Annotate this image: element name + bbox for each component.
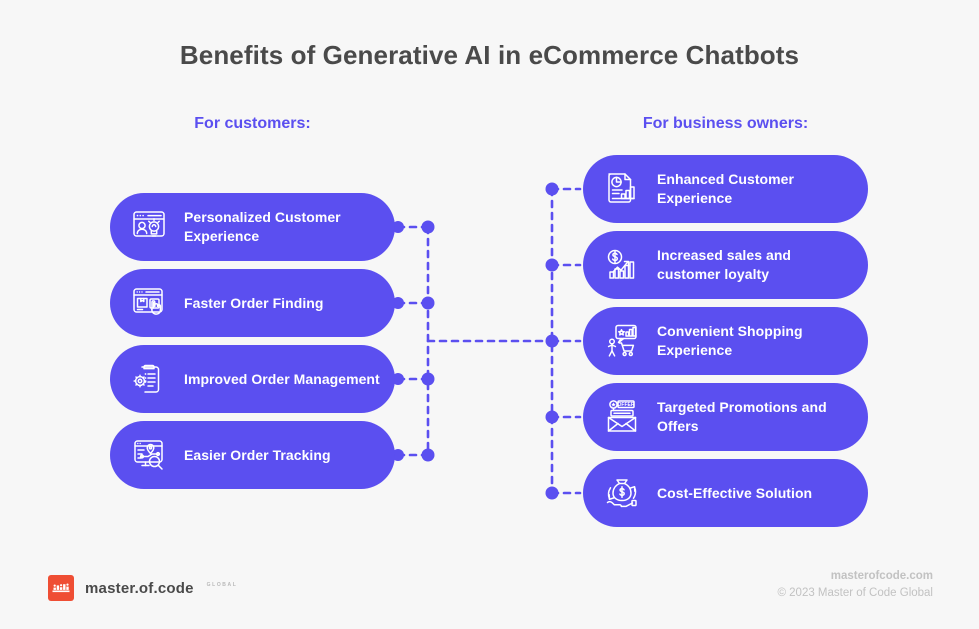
right-column-heading: For business owners: [642,115,809,132]
benefit-card-convenient-shopping-experience[interactable]: Convenient Shopping Experience [583,307,868,375]
benefit-card-enhanced-customer-experience[interactable]: Enhanced Customer Experience [583,155,868,223]
shopper-cart-chart-icon [601,320,643,362]
brand-wordmark: master.of.code [85,579,194,597]
footer-credits: masterofcode.com © 2023 Master of Code G… [777,570,933,599]
map-route-magnifier-icon [128,434,170,476]
browser-package-cursor-icon [128,282,170,324]
brand-logo[interactable]: master.of.code GLOBAL [48,575,237,601]
benefit-card-label: Increased sales and customer loyalty [657,247,792,282]
brand-subtitle: GLOBAL [206,582,238,588]
page-title: Benefits of Generative AI in eCommerce C… [179,40,800,70]
connector-nodes [392,182,559,500]
money-bag-hand-icon [601,472,643,514]
benefit-card-label: Improved Order Management [184,370,380,387]
benefit-card-label: Enhanced Customer Experience [657,171,794,206]
benefit-card-label: Easier Order Tracking [184,446,331,463]
benefit-card-label: Convenient Shopping Experience [657,323,803,358]
browser-person-lightbulb-icon [128,206,170,248]
footer-website[interactable]: masterofcode.com [777,570,933,582]
benefit-card-personalized-customer-experience[interactable]: Personalized Customer Experience [110,193,395,261]
dollar-growth-chart-icon [601,244,643,286]
benefit-card-label: Cost-Effective Solution [657,484,813,501]
benefit-card-cost-effective-solution[interactable]: Cost-Effective Solution [583,459,868,527]
benefit-card-label: Personalized Customer Experience [184,209,341,244]
svg-text:OFFER: OFFER [618,402,635,408]
benefit-card-increased-sales-and-customer-loyalty[interactable]: Increased sales and customer loyalty [583,231,868,299]
infographic-canvas: Benefits of Generative AI in eCommerce C… [0,0,979,629]
benefit-card-easier-order-tracking[interactable]: Easier Order Tracking [110,421,395,489]
envelope-offer-icon: OFFER [601,396,643,438]
clipboard-gear-icon [128,358,170,400]
benefit-card-improved-order-management[interactable]: Improved Order Management [110,345,395,413]
benefit-card-targeted-promotions-and-offers[interactable]: OFFER Targeted Promotions and Offers [583,383,868,451]
left-column-heading: For customers: [194,115,311,132]
footer-copyright: © 2023 Master of Code Global [777,587,933,599]
benefit-card-label: Faster Order Finding [184,294,324,311]
report-piechart-bars-icon [601,168,643,210]
master-of-code-logo-icon [48,575,74,601]
benefit-card-faster-order-finding[interactable]: Faster Order Finding [110,269,395,337]
benefit-card-label: Targeted Promotions and Offers [657,399,827,434]
